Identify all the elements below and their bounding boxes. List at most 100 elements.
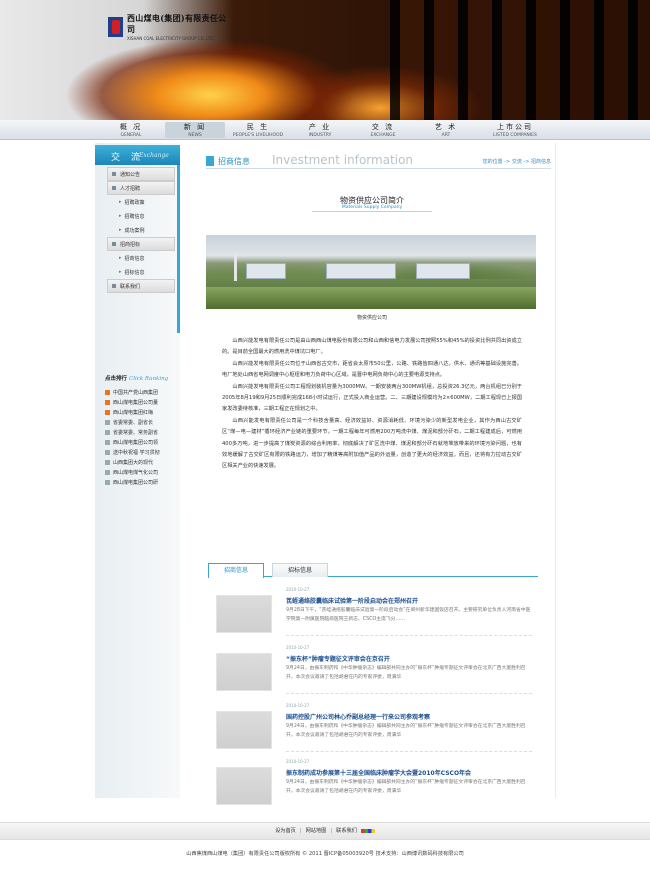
nav-art[interactable]: 艺 术 ART: [416, 122, 476, 138]
news-title[interactable]: 振东制药成功参展第十三届全国临床肿瘤学大会暨2010年CSCO年会: [286, 768, 471, 777]
ranking-item-label: 西山煤电集团红梅: [113, 409, 154, 416]
sidebar-menu: 通知公告 人才招聘 ▸ 招聘政策 ▸ 招聘信息 ▸ 成功案例 招商招标 ▸ 招商信息 ▸…: [107, 167, 175, 293]
arrow-icon: ▸: [119, 255, 122, 261]
nav-label: 上市公司: [497, 123, 533, 131]
news-summary: 9月24日，由振东制药和《中华肿瘤杂志》编辑部共同主办的“振东杯”肿瘤专题征文评…: [286, 724, 526, 738]
news-thumbnail[interactable]: [216, 595, 272, 633]
rank-marker-icon: [105, 479, 110, 485]
left-sidebar: 交 流 Exchange 通知公告 人才招聘 ▸ 招聘政策 ▸ 招聘信息 ▸ 成功案例…: [95, 143, 180, 798]
ranking-item-label: 西山煤电集团公司领: [113, 439, 159, 446]
nav-listed-companies[interactable]: 上市公司 LISTED COMPANIES: [485, 122, 545, 138]
tab-bidding-info[interactable]: 招标信息: [272, 563, 328, 577]
logo-name-en: XISHAN COAL ELECTRICITY GROUP CO.,LTD.: [127, 36, 215, 41]
news-divider: [286, 693, 532, 694]
ranking-item[interactable]: 省委常委、常务副省: [105, 427, 177, 437]
news-item[interactable]: 2010-10-27 振东制药成功参展第十三届全国临床肿瘤学大会暨2010年CS…: [216, 759, 536, 811]
ranking-item[interactable]: 省委常委、副省长: [105, 417, 177, 427]
sidebar-item-bidding-info[interactable]: ▸ 招标信息: [107, 265, 175, 279]
banner-window-bars: [390, 0, 650, 120]
ranking-title: 点击排行 Click Ranking: [105, 374, 168, 382]
copyright: 山西焦煤西山煤电（集团）有限责任公司版权所有 © 2011 晋ICP备05003…: [186, 851, 464, 857]
share-icons[interactable]: [360, 828, 375, 833]
news-item[interactable]: 2010-10-27 芪蛭通络胶囊临床试验第一阶段启动会在郑州召开 9月28日下…: [216, 587, 536, 639]
section-title: 招商信息: [218, 157, 250, 166]
ranking-item[interactable]: 山西集团大的现代: [105, 457, 177, 467]
ranking-item[interactable]: 中国共产党山西集团: [105, 387, 177, 397]
ranking-item-label: 省委常委、常务副省: [113, 429, 159, 436]
sidebar-item-contact[interactable]: 联系我们: [107, 279, 175, 293]
news-summary: 9月24日，由振东制药和《中华肿瘤杂志》编辑部共同主办的“振东杯”肿瘤专题征文评…: [286, 666, 526, 680]
sidebar-item-investment-bidding[interactable]: 招商招标: [107, 237, 175, 251]
news-thumbnail[interactable]: [216, 711, 272, 749]
news-thumbnail[interactable]: [216, 653, 272, 691]
rank-marker-icon: [105, 389, 110, 395]
ranking-item[interactable]: 西山煤电煤气化公司: [105, 467, 177, 477]
sidebar-item-label: 成功案例: [124, 227, 145, 234]
ranking-item[interactable]: 送中秋祝福 学习贯彻: [105, 447, 177, 457]
article-body: 山西兴能发电有限责任公司是由山西西山煤电股份有限公司和山西和信电力发展公司按照5…: [222, 336, 522, 473]
footer-separator: |: [299, 828, 302, 834]
ranking-item-label: 山西集团大的现代: [113, 459, 154, 466]
article-paragraph: 山西兴能发电有限责任公司工程规划装机容量为3000MW。一期安装两台300MW机…: [222, 383, 522, 413]
sidebar-item-recruit-info[interactable]: ▸ 招聘信息: [107, 209, 175, 223]
sidebar-item-label: 招聘信息: [124, 213, 145, 220]
sidebar-item-investment-info[interactable]: ▸ 招商信息: [107, 251, 175, 265]
ranking-item-label: 中国共产党山西集团: [113, 389, 159, 396]
sidebar-item-notices[interactable]: 通知公告: [107, 167, 175, 181]
sidebar-accent-strip: [177, 165, 180, 333]
nav-industry[interactable]: 产 业 INDUSTRY: [290, 122, 350, 138]
news-thumbnail[interactable]: [216, 767, 272, 805]
title-divider: [312, 211, 432, 212]
news-summary: 9月24日，由振东制药和《中华肿瘤杂志》编辑部共同主办的“振东杯”肿瘤专题征文评…: [286, 780, 526, 794]
photo-building: [326, 263, 396, 279]
news-title[interactable]: 芪蛭通络胶囊临床试验第一阶段启动会在郑州召开: [286, 596, 418, 605]
ranking-item[interactable]: 西山煤电集团公司领: [105, 437, 177, 447]
bullet-icon: [112, 186, 116, 190]
ranking-item-label: 西山煤电煤气化公司: [113, 469, 159, 476]
news-title[interactable]: 国药控股广州公司林心乔副总经理一行来公司参观考察: [286, 712, 430, 721]
nav-exchange[interactable]: 交 流 EXCHANGE: [353, 122, 413, 138]
news-item[interactable]: 2010-10-27 国药控股广州公司林心乔副总经理一行来公司参观考察 9月24…: [216, 703, 536, 755]
news-tabs: 招商信息 招标信息: [208, 563, 538, 578]
footer-link-sitemap[interactable]: 网站地图: [306, 828, 327, 834]
footer-link-homepage[interactable]: 设为首页: [275, 828, 296, 834]
news-date: 2010-10-27: [286, 703, 310, 708]
nav-label: 新 闻: [183, 123, 207, 131]
ranking-item[interactable]: 西山煤电集团公司研: [105, 477, 177, 487]
rank-marker-icon: [105, 469, 110, 475]
nav-livelihood[interactable]: 民 生 PEOPLE'S LIVELIHOOD: [228, 122, 288, 138]
ranking-item-label: 省委常委、副省长: [113, 419, 154, 426]
ranking-item-label: 送中秋祝福 学习贯彻: [113, 449, 160, 456]
sidebar-item-recruitment[interactable]: 人才招聘: [107, 181, 175, 195]
header-banner: 西山煤电(集团)有限责任公司 XISHAN COAL ELECTRICITY G…: [0, 0, 650, 120]
ranking-title-en: Click Ranking: [129, 376, 169, 382]
article-subtitle: Materials Supply Company: [341, 205, 403, 210]
sidebar-item-label: 人才招聘: [120, 185, 141, 192]
sidebar-item-success-cases[interactable]: ▸ 成功案例: [107, 223, 175, 237]
ranking-item[interactable]: 西山煤电集团公司董: [105, 397, 177, 407]
nav-label-en: ART: [441, 133, 451, 138]
nav-label-en: PEOPLE'S LIVELIHOOD: [232, 133, 284, 138]
nav-label-en: INDUSTRY: [308, 133, 332, 138]
sidebar-item-label: 招标信息: [124, 269, 145, 276]
tab-investment-info[interactable]: 招商信息: [208, 563, 264, 578]
breadcrumb[interactable]: 您的位置 -> 交流 -> 招商信息: [483, 158, 551, 165]
sidebar-item-label: 通知公告: [120, 171, 141, 178]
article-photo: [206, 235, 536, 309]
sidebar-item-label: 招商招标: [120, 241, 141, 248]
company-logo[interactable]: 西山煤电(集团)有限责任公司 XISHAN COAL ELECTRICITY G…: [108, 13, 228, 41]
sidebar-item-recruit-policy[interactable]: ▸ 招聘政策: [107, 195, 175, 209]
article-paragraph: 山西兴能发电有限责任公司位于山西省古交市，距省会太原市50公里，公路、铁路皆四通…: [222, 360, 522, 379]
news-item[interactable]: 2010-10-27 “振东杯”肿瘤专题征文评审会在京召开 9月24日，由振东制…: [216, 645, 536, 697]
ranking-title-cn: 点击排行: [105, 376, 128, 382]
photo-caption: 物资供应公司: [356, 315, 387, 321]
photo-field: [206, 287, 536, 309]
ranking-item[interactable]: 西山煤电集团红梅: [105, 407, 177, 417]
nav-general[interactable]: 概 况 GENERAL: [101, 122, 161, 138]
rank-marker-icon: [105, 399, 110, 405]
main-nav: 概 况 GENERAL 新 闻 NEWS 民 生 PEOPLE'S LIVELI…: [0, 120, 650, 140]
footer-link-contact[interactable]: 联系我们: [336, 828, 357, 834]
news-date: 2010-10-27: [286, 645, 310, 650]
news-title[interactable]: “振东杯”肿瘤专题征文评审会在京召开: [286, 654, 390, 663]
nav-news[interactable]: 新 闻 NEWS: [165, 122, 225, 138]
